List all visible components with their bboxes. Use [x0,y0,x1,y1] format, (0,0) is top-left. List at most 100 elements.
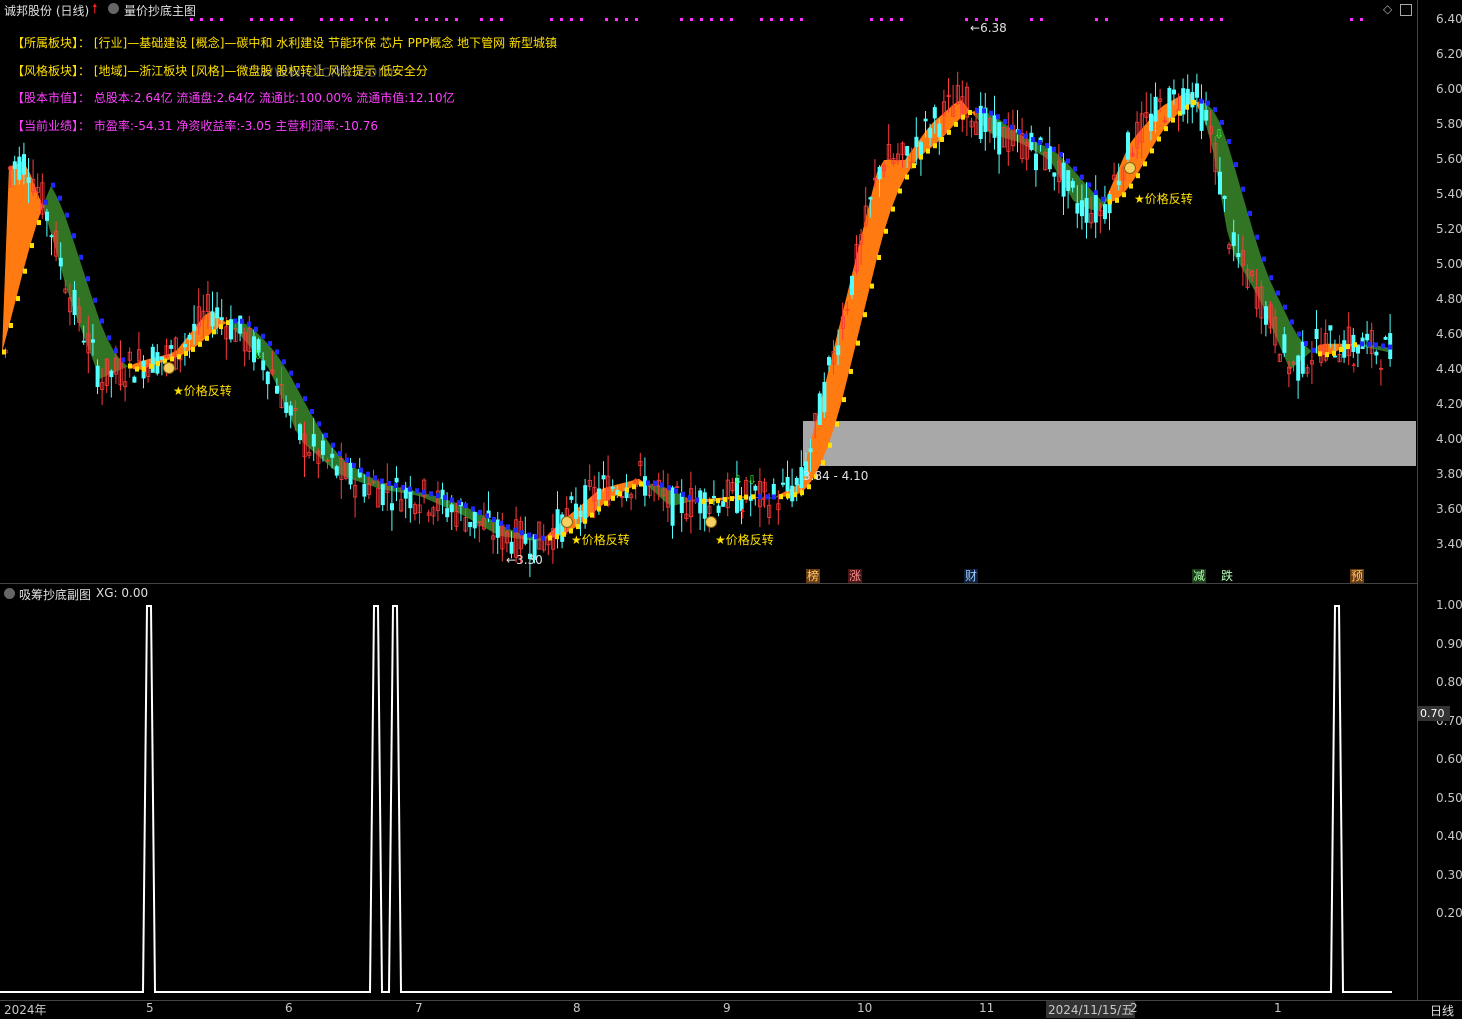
top-signal-dot [605,18,608,21]
period-label[interactable]: 日线 [1430,1002,1454,1019]
top-signal-dot [560,18,563,21]
ma-dot [457,500,461,506]
event-tag-yu[interactable]: 预 [1350,569,1364,583]
candle-body [1236,253,1241,258]
top-signal-dot [375,18,378,21]
ma-dot [226,320,230,326]
candle-body [574,503,579,520]
ma-dot [786,493,790,499]
ma-dot [65,212,69,218]
sub-y-tick-label: 0.30 [1436,867,1462,882]
sub-y-tick-label: 0.20 [1436,906,1462,920]
y-tick-label: 6.40 [1436,12,1462,26]
ma-dot [282,359,286,365]
candle-body [923,118,928,122]
candle-body [1061,162,1066,197]
candle-body [781,482,786,485]
event-tag-die[interactable]: 跌 [1220,569,1234,583]
candle-body [1199,100,1204,131]
x-tick-label: 2024年 [4,1003,47,1017]
ma-dot [1192,99,1196,105]
event-tag-jian[interactable]: 减 [1192,569,1206,583]
ma-dot [639,481,643,487]
candle-body [1296,355,1301,381]
candle-body [827,357,832,366]
candle-body [91,339,96,343]
top-signal-dot [480,18,483,21]
x-tick-label: 1 [1274,1001,1282,1015]
ma-dot [1157,136,1161,142]
down-arrow-icon: ⇩ [747,473,757,487]
ma-dot [310,408,314,414]
event-tag-bang[interactable]: 榜 [806,569,820,583]
ma-dot [338,451,342,457]
trend-band-segment [891,160,898,210]
candle-body [334,466,339,476]
ma-dot [1381,343,1385,349]
trend-band-segment [58,198,65,283]
y-tick-label: 4.40 [1436,362,1462,376]
ma-dot [1171,117,1175,123]
ma-dot [30,243,34,249]
x-tick-label: 2024/11/15/五 [1046,1001,1136,1018]
sub-y-tick-label: 0.40 [1436,829,1462,843]
candle-body [58,257,63,267]
ma-dot [583,518,587,524]
y-tick-label: 5.40 [1436,187,1462,201]
ma-dot [660,482,664,488]
top-signal-dot [280,18,283,21]
trend-band-segment [856,229,863,344]
ma-dot [478,509,482,515]
candle-body [928,128,933,138]
candle-body [1204,110,1209,121]
top-signal-dot [1360,18,1363,21]
high-value: 6.38 [980,21,1007,35]
coin-icon [1124,162,1136,174]
candle-body [1231,232,1236,246]
ma-dot [1003,119,1007,125]
event-tag-cai[interactable]: 财 [964,569,978,583]
ma-dot [968,110,972,116]
ma-dot [1241,186,1245,192]
ma-dot [807,484,811,490]
ma-dot [835,421,839,427]
top-signal-dot [445,18,448,21]
candle-body [670,487,675,526]
sub-chart[interactable] [0,584,1418,1000]
sub-y-tick-label: 0.60 [1436,752,1462,766]
ma-dot [464,503,468,509]
candle-body [17,156,22,180]
x-tick-label: 11 [979,1001,995,1015]
y-tick-label: 6.20 [1436,47,1462,61]
signal-label: ★价格反转 [571,533,630,547]
candle-body [219,317,224,321]
candle-body [1195,83,1200,98]
ma-dot [1108,199,1112,205]
top-signal-dot [385,18,388,21]
top-signal-dot [290,18,293,21]
top-signal-dot [965,18,968,21]
ma-dot [625,487,629,493]
ma-dot [961,114,965,120]
ma-dot [1276,290,1280,296]
y-tick-label: 5.20 [1436,222,1462,236]
ma-dot [520,530,524,536]
trend-band-segment [1143,119,1150,165]
ma-dot [44,199,48,205]
candle-body [1282,334,1287,353]
ma-dot [100,318,104,324]
candle-body [1185,88,1190,105]
ma-dot [471,506,475,512]
candle-body [362,484,367,497]
ma-dot [1346,344,1350,350]
trend-band-segment [79,257,86,342]
candle-body [182,343,187,348]
candle-body [109,370,114,378]
candle-body [523,533,528,544]
ma-dot [870,283,874,289]
ma-dot [723,497,727,503]
main-chart[interactable]: ⇩ ⇩ ⇩ ⇩ 🠕 🠕 🠕 [0,0,1418,584]
event-tag-zhang[interactable]: 涨 [848,569,862,583]
top-signal-dot [435,18,438,21]
ma-dot [380,478,384,484]
